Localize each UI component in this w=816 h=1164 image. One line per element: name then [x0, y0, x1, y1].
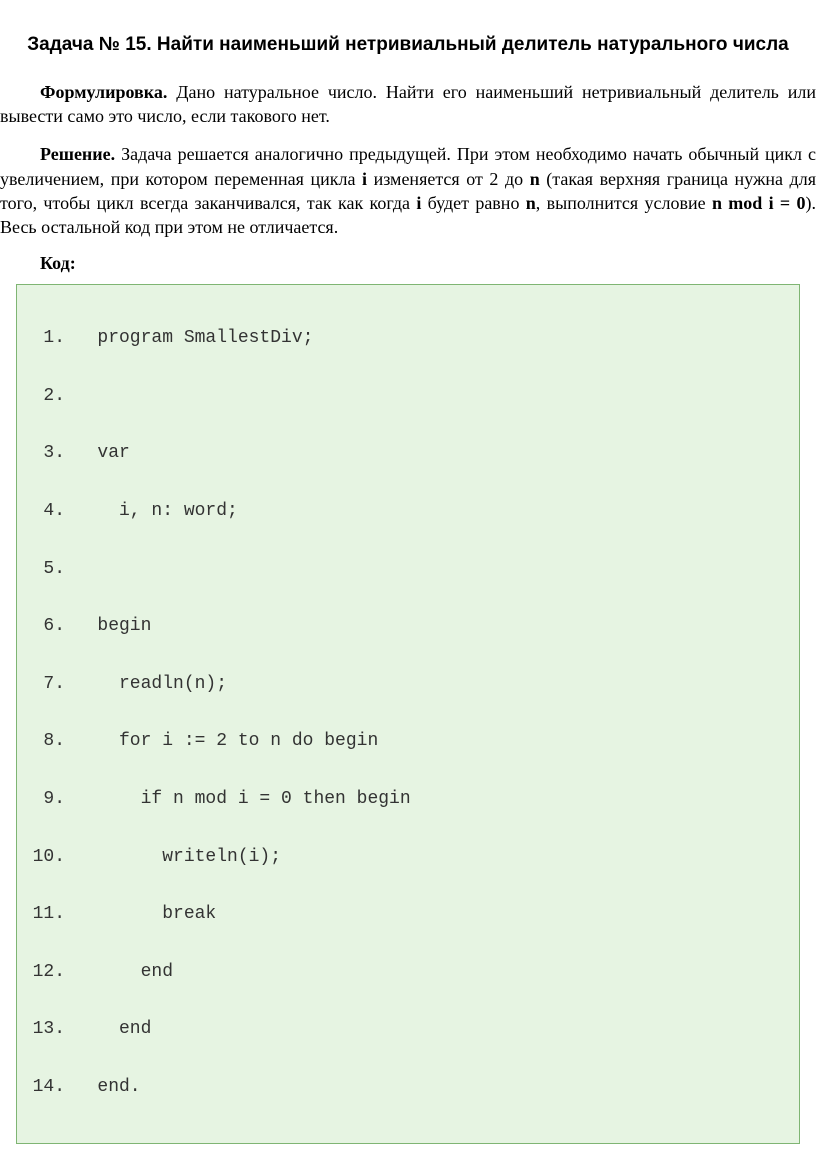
solution-label: Решение.	[40, 144, 115, 164]
code-line: 8. for i := 2 to n do begin	[31, 727, 785, 756]
code-line: 1. program SmallestDiv;	[31, 324, 785, 353]
code-line: 2.	[31, 382, 785, 411]
code-line: 13. end	[31, 1015, 785, 1044]
code-line: 12. end	[31, 958, 785, 987]
code-label: Код:	[0, 253, 816, 274]
formulation-paragraph: Формулировка. Дано натуральное число. На…	[0, 80, 816, 129]
code-line: 5.	[31, 555, 785, 584]
solution-v4: n	[526, 193, 536, 213]
code-line: 3. var	[31, 439, 785, 468]
solution-v2: n	[530, 169, 540, 189]
solution-v5: n mod i = 0	[712, 193, 806, 213]
solution-t2: изменяется от 2 до	[367, 169, 530, 189]
code-line: 11. break	[31, 900, 785, 929]
code-line: 14. end.	[31, 1073, 785, 1102]
code-line: 10. writeln(i);	[31, 843, 785, 872]
solution-t4: будет равно	[421, 193, 525, 213]
code-block: 1. program SmallestDiv; 2. 3. var 4. i, …	[16, 284, 800, 1143]
code-line: 9. if n mod i = 0 then begin	[31, 785, 785, 814]
code-line: 4. i, n: word;	[31, 497, 785, 526]
code-line: 7. readln(n);	[31, 670, 785, 699]
page-title: Задача № 15. Найти наименьший нетривиаль…	[20, 32, 796, 58]
solution-t5: , выполнится условие	[536, 193, 712, 213]
solution-paragraph: Решение. Задача решается аналогично пред…	[0, 142, 816, 239]
formulation-label: Формулировка.	[40, 82, 167, 102]
code-line: 6. begin	[31, 612, 785, 641]
